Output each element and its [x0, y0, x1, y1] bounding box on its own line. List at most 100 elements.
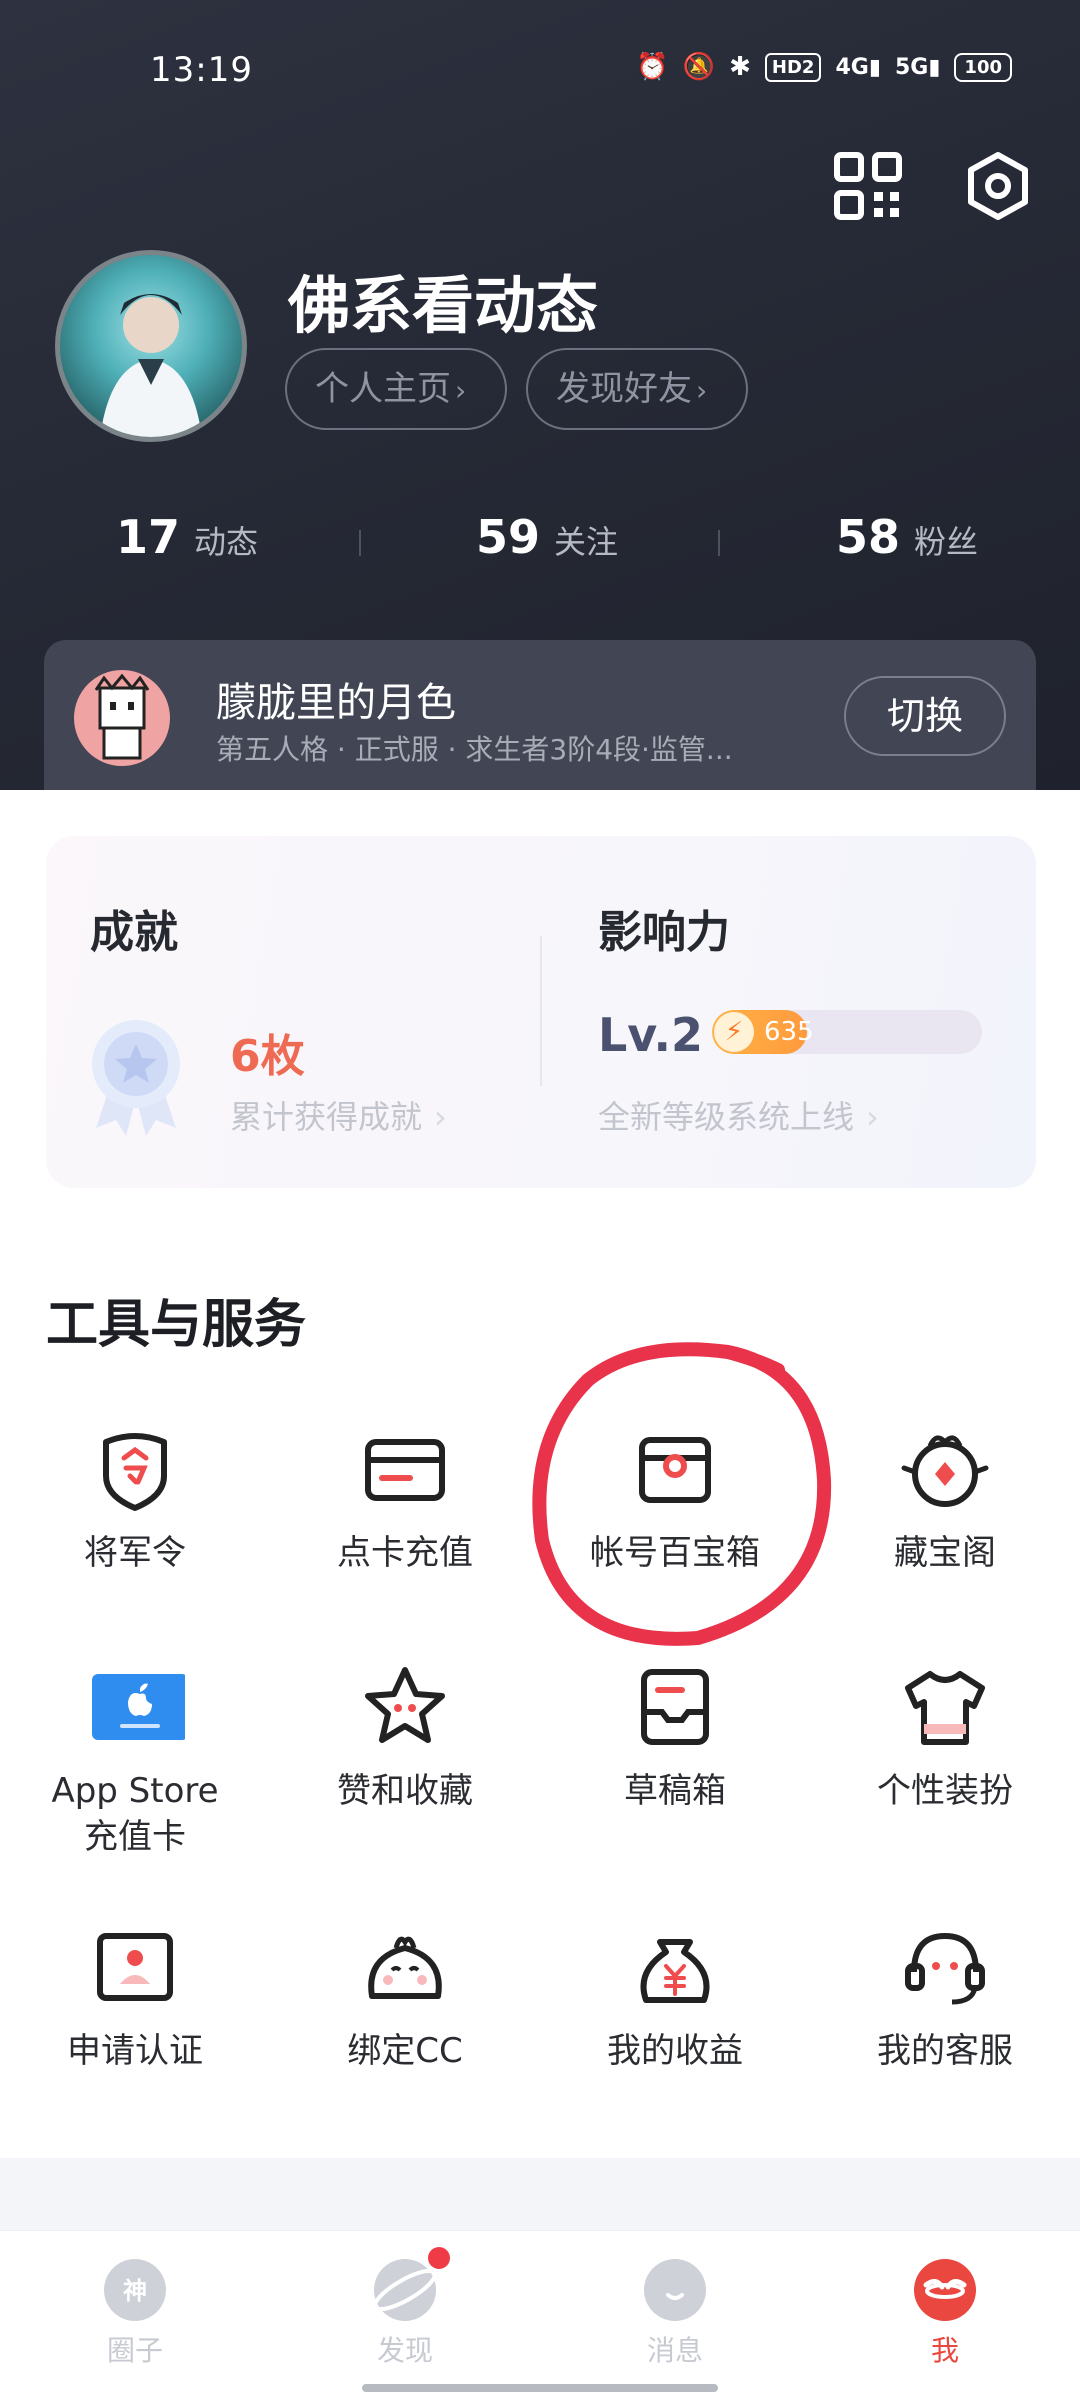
switch-role-button[interactable]: 切换: [844, 676, 1006, 756]
tool-label: 我的客服: [877, 2031, 1013, 2071]
game-role-card[interactable]: 朦胧里的月色 第五人格 · 正式服 · 求生者3阶4段·监管... 切换: [44, 640, 1036, 790]
medal-icon: [92, 1020, 180, 1136]
qr-code-icon[interactable]: [834, 152, 902, 220]
influence-link[interactable]: 全新等级系统上线 ›: [598, 1092, 879, 1138]
chevron-right-icon: ›: [434, 1098, 447, 1136]
stat-followers-count: 58: [836, 510, 901, 564]
me-icon: [914, 2259, 976, 2321]
tool-label: 草稿箱: [624, 1771, 726, 1811]
svg-text:神: 神: [123, 2277, 147, 2305]
bluetooth-icon: ✱: [729, 52, 751, 82]
tool-card-recharge[interactable]: 点卡充值: [270, 1424, 540, 1576]
settings-gear-icon[interactable]: [964, 152, 1032, 220]
hd-icon: HD2: [764, 52, 822, 82]
achievement-title: 成就: [90, 907, 178, 958]
tool-my-earnings[interactable]: 我的收益: [540, 1922, 810, 2074]
tool-personal-outfit[interactable]: 个性装扮: [810, 1662, 1080, 1814]
token-shield-icon: [103, 1433, 167, 1511]
tab-label: 圈子: [106, 2334, 163, 2367]
username: 佛系看动态: [288, 269, 599, 342]
tab-circle[interactable]: 神 圈子: [0, 2259, 270, 2369]
tool-customer-service[interactable]: 我的客服: [810, 1922, 1080, 2074]
alarm-icon: ⏰: [636, 52, 669, 82]
avatar-figure-icon: [100, 294, 202, 437]
tool-label: 藏宝阁: [894, 1533, 996, 1573]
stat-followers[interactable]: 58 粉丝: [836, 510, 978, 564]
stat-posts[interactable]: 17 动态: [116, 510, 258, 564]
tool-label: 我的收益: [607, 2031, 743, 2071]
stat-following-count: 59: [476, 510, 541, 564]
tool-app-store-card[interactable]: App Store 充值卡: [0, 1662, 270, 1860]
headset-icon: [905, 1932, 985, 2005]
money-bag-icon: [640, 1939, 710, 2003]
tool-account-treasure-box[interactable]: 帐号百宝箱: [540, 1424, 810, 1576]
find-friends-button[interactable]: 发现好友 ›: [526, 348, 748, 430]
tool-likes-favorites[interactable]: 赞和收藏: [270, 1662, 540, 1814]
tool-general-token[interactable]: 将军令: [0, 1424, 270, 1576]
tool-label: 申请认证: [67, 2031, 203, 2071]
chevron-right-icon: ›: [696, 374, 708, 407]
stat-following[interactable]: 59 关注: [476, 510, 618, 564]
tab-label: 消息: [646, 2334, 703, 2367]
star-icon: [365, 1667, 445, 1743]
circle-god-icon: 神: [104, 2259, 166, 2321]
lightning-icon: ⚡: [714, 1012, 754, 1052]
stat-posts-label: 动态: [194, 523, 259, 561]
cc-bun-icon: [368, 1936, 442, 1999]
message-icon: [644, 2259, 706, 2321]
achievement-count: 6枚: [230, 1031, 305, 1082]
tool-bind-cc[interactable]: 绑定CC: [270, 1922, 540, 2074]
achievement-link[interactable]: 累计获得成就 ›: [230, 1092, 447, 1138]
section-spacer: [0, 2158, 1080, 2230]
game-role-description: 第五人格 · 正式服 · 求生者3阶4段·监管...: [216, 733, 733, 766]
tab-label: 发现: [376, 2334, 433, 2367]
tab-messages[interactable]: 消息: [540, 2259, 810, 2369]
influence-subtitle: 全新等级系统上线: [598, 1098, 855, 1136]
influence-title: 影响力: [598, 907, 730, 958]
status-icons: ⏰ 🔕 ✱ HD2 4G▮ 5G▮ 100: [636, 52, 1012, 82]
stat-followers-label: 粉丝: [914, 523, 979, 561]
card-icon: [365, 1439, 445, 1501]
achievement-influence-card: 成就 影响力 6枚 累计获得成就 › Lv.2 ⚡ 635 全新等级系统上线 ›: [46, 836, 1036, 1188]
treasure-box-icon: [639, 1437, 711, 1503]
notification-dot: [428, 2247, 450, 2269]
home-indicator: [362, 2384, 718, 2392]
tool-label: App Store 充值卡: [51, 1771, 219, 1857]
chevron-right-icon: ›: [866, 1098, 879, 1136]
treasure-pavilion-icon: [901, 1435, 989, 1507]
tool-drafts[interactable]: 草稿箱: [540, 1662, 810, 1814]
tool-label: 帐号百宝箱: [590, 1533, 760, 1573]
user-avatar[interactable]: [55, 250, 247, 442]
game-character-icon: [94, 673, 150, 760]
game-role-name: 朦胧里的月色: [216, 680, 456, 726]
shirt-icon: [905, 1671, 985, 1745]
stat-divider: [359, 530, 361, 556]
planet-icon: [373, 2247, 450, 2321]
signal-5g-icon: 5G▮: [894, 54, 941, 80]
chevron-right-icon: ›: [455, 374, 467, 407]
stat-divider: [718, 530, 720, 556]
achievement-subtitle: 累计获得成就: [230, 1098, 423, 1136]
game-role-avatar: [74, 670, 170, 766]
stat-posts-count: 17: [116, 510, 181, 564]
influence-points: 635: [764, 1017, 814, 1047]
tool-label: 绑定CC: [347, 2031, 463, 2071]
personal-homepage-button[interactable]: 个人主页 ›: [285, 348, 507, 430]
influence-level: Lv.2: [598, 1008, 704, 1062]
tool-label: 点卡充值: [337, 1533, 473, 1573]
app-store-icon: [92, 1674, 185, 1740]
find-friends-label: 发现好友: [556, 369, 692, 409]
personal-homepage-label: 个人主页: [315, 369, 451, 409]
mute-icon: 🔕: [682, 52, 716, 82]
tab-me[interactable]: 我: [810, 2259, 1080, 2369]
tab-discover[interactable]: 发现: [270, 2247, 540, 2369]
tool-label: 赞和收藏: [337, 1771, 473, 1811]
profile-header: 13:19 ⏰ 🔕 ✱ HD2 4G▮ 5G▮ 100 佛系看动态 个人主页 ›…: [0, 0, 1080, 790]
stat-following-label: 关注: [554, 523, 619, 561]
tool-apply-certification[interactable]: 申请认证: [0, 1922, 270, 2074]
status-time: 13:19: [150, 50, 253, 90]
influence-progress-bar: ⚡ 635: [712, 1010, 982, 1054]
card-divider: [540, 936, 542, 1086]
tool-treasure-pavilion[interactable]: 藏宝阁: [810, 1424, 1080, 1576]
tool-label: 个性装扮: [877, 1771, 1013, 1811]
